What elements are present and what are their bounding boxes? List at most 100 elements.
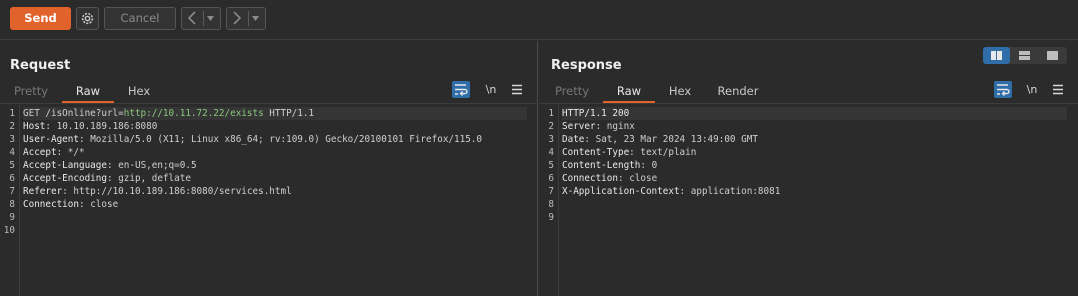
- menu-button[interactable]: [1049, 81, 1067, 98]
- divider: [203, 11, 204, 26]
- header-line: Content-Type: text/plain: [562, 147, 697, 158]
- line-number: 4: [548, 147, 554, 158]
- header-key: Content-Type: [562, 147, 630, 158]
- line-number: 7: [9, 186, 15, 197]
- request-protocol: HTTP/1.1: [263, 108, 315, 119]
- send-button[interactable]: Send: [10, 7, 71, 30]
- request-panel: Request Pretty Raw Hex \n 1 2 3 4 5 6 7 …: [0, 41, 538, 296]
- chevron-left-icon: [187, 11, 196, 25]
- header-key: Server: [562, 121, 596, 132]
- header-line: Server: nginx: [562, 121, 635, 132]
- line-number: 1: [9, 108, 15, 119]
- layout-toggle-group: [983, 47, 1067, 64]
- status-line: HTTP/1.1 200: [562, 107, 1067, 120]
- dropdown-arrow-icon: [207, 16, 214, 21]
- tab-pretty[interactable]: Pretty: [10, 80, 52, 103]
- request-url: http://10.11.72.22/exists: [123, 108, 264, 119]
- line-number: 5: [9, 160, 15, 171]
- header-line: Host: 10.10.189.186:8080: [23, 121, 158, 132]
- header-value: application:8081: [685, 186, 781, 197]
- back-button-group[interactable]: [181, 7, 221, 30]
- header-line: Accept-Language: en-US,en;q=0.5: [23, 160, 197, 171]
- line-number: 6: [9, 173, 15, 184]
- header-value: Mozilla/5.0 (X11; Linux x86_64; rv:109.0…: [84, 134, 482, 145]
- tab-underline: [0, 103, 538, 104]
- line-number: 3: [548, 134, 554, 145]
- status-line-text: HTTP/1.1 200: [562, 108, 630, 119]
- header-value: Sat, 23 Mar 2024 13:49:00 GMT: [590, 134, 758, 145]
- layout-stacked-button[interactable]: [1011, 47, 1038, 64]
- wrap-lines-button[interactable]: [994, 81, 1012, 98]
- header-line: Connection: close: [23, 199, 119, 210]
- header-line: Accept-Encoding: gzip, deflate: [23, 173, 191, 184]
- layout-side-by-side-button[interactable]: [983, 47, 1010, 64]
- toolbar: Send Cancel: [0, 0, 1078, 40]
- gear-icon: [81, 12, 94, 25]
- tab-pretty[interactable]: Pretty: [551, 80, 593, 103]
- layout-tabs-button[interactable]: [1039, 47, 1066, 64]
- line-number: 8: [548, 199, 554, 210]
- header-value: nginx: [601, 121, 635, 132]
- chevron-right-icon: [233, 11, 242, 25]
- header-key: Host: [23, 121, 46, 132]
- line-number-gutter: 1 2 3 4 5 6 7 8 9 10: [0, 105, 20, 296]
- line-number: 4: [9, 147, 15, 158]
- header-key: Accept: [23, 147, 57, 158]
- response-title: Response: [551, 58, 622, 73]
- header-line: Content-Length: 0: [562, 160, 658, 171]
- header-value: close: [84, 199, 119, 210]
- line-number: 1: [548, 108, 554, 119]
- dropdown-arrow-icon: [252, 16, 259, 21]
- header-key: X-Application-Context: [562, 186, 680, 197]
- tab-raw[interactable]: Raw: [62, 80, 114, 103]
- hamburger-icon: [512, 84, 522, 95]
- tab-hex[interactable]: Hex: [118, 80, 160, 103]
- line-number: 9: [9, 212, 15, 223]
- request-line: GET /isOnline?url=http://10.11.72.22/exi…: [23, 107, 527, 120]
- line-number: 6: [548, 173, 554, 184]
- header-value: gzip, deflate: [112, 173, 191, 184]
- forward-button-group[interactable]: [226, 7, 266, 30]
- header-key: User-Agent: [23, 134, 79, 145]
- header-value: */*: [62, 147, 85, 158]
- header-value: text/plain: [634, 147, 697, 158]
- header-value: http://10.10.189.186:8080/services.html: [67, 186, 292, 197]
- tab-render[interactable]: Render: [711, 80, 765, 103]
- request-title: Request: [10, 58, 71, 73]
- single-pane-icon: [1047, 51, 1058, 60]
- rows-icon: [1019, 51, 1030, 60]
- header-key: Connection: [23, 199, 79, 210]
- line-number: 7: [548, 186, 554, 197]
- header-key: Referer: [23, 186, 63, 197]
- header-key: Content-Length: [562, 160, 641, 171]
- show-newlines-button[interactable]: \n: [482, 81, 500, 98]
- columns-icon: [991, 51, 1002, 60]
- header-line: Connection: close: [562, 173, 658, 184]
- tab-hex[interactable]: Hex: [659, 80, 701, 103]
- request-editor[interactable]: 1 2 3 4 5 6 7 8 9 10 GET /isOnline?url=h…: [0, 105, 538, 296]
- line-number: 2: [9, 121, 15, 132]
- wrap-lines-button[interactable]: [452, 81, 470, 98]
- request-line-text: GET /isOnline?url=: [23, 108, 124, 119]
- show-newlines-button[interactable]: \n: [1023, 81, 1041, 98]
- header-line: Accept: */*: [23, 147, 85, 158]
- response-panel: Response Pretty Raw Hex Render \n 1 2 3 …: [539, 41, 1078, 296]
- line-number: 8: [9, 199, 15, 210]
- header-key: Date: [562, 134, 585, 145]
- header-value: 0: [645, 160, 658, 171]
- menu-button[interactable]: [508, 81, 526, 98]
- response-editor[interactable]: 1 2 3 4 5 6 7 8 9 HTTP/1.1 200 Server: n…: [539, 105, 1078, 296]
- header-key: Accept-Language: [23, 160, 107, 171]
- header-line: X-Application-Context: application:8081: [562, 186, 781, 197]
- tab-raw[interactable]: Raw: [603, 80, 655, 103]
- settings-button[interactable]: [76, 7, 99, 30]
- header-value: en-US,en;q=0.5: [112, 160, 197, 171]
- header-value: close: [623, 173, 658, 184]
- header-line: Date: Sat, 23 Mar 2024 13:49:00 GMT: [562, 134, 758, 145]
- header-key: Connection: [562, 173, 618, 184]
- header-line: User-Agent: Mozilla/5.0 (X11; Linux x86_…: [23, 134, 482, 145]
- cancel-button[interactable]: Cancel: [104, 7, 176, 30]
- line-number-gutter: 1 2 3 4 5 6 7 8 9: [539, 105, 559, 296]
- line-number: 2: [548, 121, 554, 132]
- wrap-lines-icon: [455, 84, 468, 96]
